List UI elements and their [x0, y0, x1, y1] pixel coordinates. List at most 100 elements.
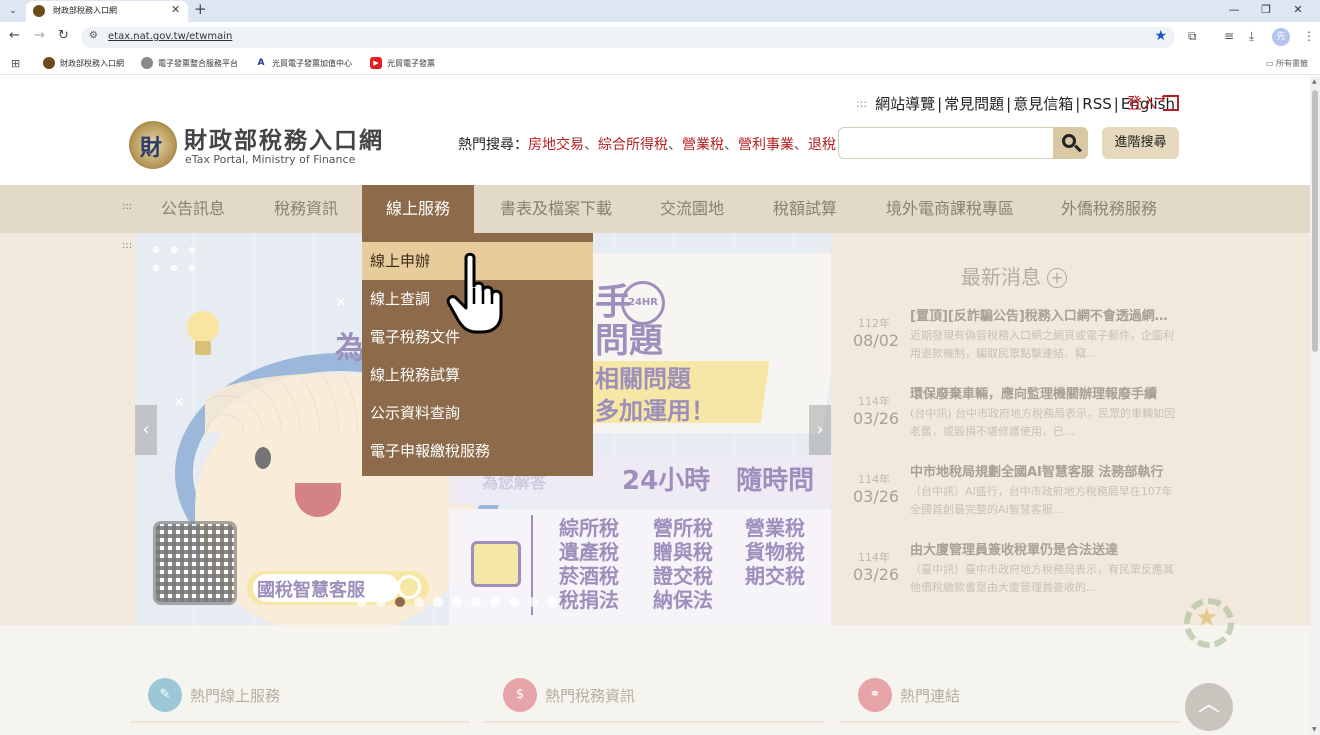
- minimize-icon[interactable]: —: [1218, 1, 1250, 19]
- search-input[interactable]: [838, 127, 1056, 159]
- carousel-dot[interactable]: [395, 597, 405, 607]
- login-link[interactable]: 登入: [1127, 91, 1180, 113]
- address-url[interactable]: etax.nat.gov.tw/etwmain: [108, 31, 232, 42]
- tab-close-icon[interactable]: ✕: [171, 3, 180, 16]
- link-rss[interactable]: RSS: [1082, 95, 1111, 113]
- bookmark-item[interactable]: 電子發票整合服務平台: [141, 57, 238, 69]
- browser-menu-icon[interactable]: ⋮: [1303, 29, 1315, 43]
- media-icon[interactable]: ≡: [1224, 29, 1234, 43]
- tab-search-icon[interactable]: ⌄: [5, 3, 21, 19]
- carousel-dot[interactable]: [547, 597, 557, 607]
- section-hot-tax-info[interactable]: $ 熱門稅務資訊: [485, 675, 825, 723]
- download-icon[interactable]: ⤓: [1249, 29, 1254, 44]
- carousel-pagination: [357, 597, 566, 607]
- login-icon: [1154, 91, 1180, 111]
- profile-avatar[interactable]: 先: [1272, 28, 1290, 46]
- news-headline[interactable]: 環保廢棄車輛，應向監理機關辦理報廢手續: [910, 383, 1178, 402]
- nav-ecommerce-tax[interactable]: 境外電商課稅專區: [886, 185, 1014, 233]
- edit-document-icon: ✎: [148, 678, 182, 712]
- dropdown-item-public-data[interactable]: 公示資料查詢: [362, 394, 593, 432]
- advanced-search-button[interactable]: 進階搜尋: [1102, 127, 1179, 159]
- hot-keyword[interactable]: 營業稅: [682, 137, 724, 153]
- carousel-dot[interactable]: [490, 597, 500, 607]
- award-badge-icon[interactable]: [1184, 598, 1234, 648]
- carousel-dot[interactable]: [509, 597, 519, 607]
- news-year: 114年: [858, 473, 890, 486]
- browser-tab[interactable]: 財政部稅務入口網 ✕: [26, 1, 188, 22]
- carousel-dot[interactable]: [528, 597, 538, 607]
- scroll-thumb[interactable]: [1312, 90, 1318, 352]
- nav-announcements[interactable]: 公告訊息: [161, 185, 225, 233]
- search-button[interactable]: [1053, 127, 1088, 159]
- nav-forum[interactable]: 交流園地: [660, 185, 724, 233]
- link-sitemap[interactable]: 網站導覽: [875, 93, 935, 114]
- carousel-next-icon[interactable]: ›: [809, 405, 831, 455]
- news-year: 114年: [858, 551, 890, 564]
- bookmark-item[interactable]: ▶ 光貿電子發票: [370, 57, 435, 69]
- plus-circle-icon: +: [1047, 268, 1067, 288]
- gm-favicon-icon: A: [257, 58, 265, 68]
- nav-tax-calculator[interactable]: 稅額試算: [773, 185, 837, 233]
- scroll-down-icon[interactable]: ▼: [1312, 726, 1317, 733]
- news-headline[interactable]: 中市地稅局規劃全國AI智慧客服 法務部執行: [910, 461, 1178, 480]
- nav-foreigner-tax[interactable]: 外僑稅務服務: [1061, 185, 1157, 233]
- carousel-dot[interactable]: [376, 597, 386, 607]
- close-window-icon[interactable]: ✕: [1282, 1, 1314, 19]
- dropdown-item-tax-calculation[interactable]: 線上稅務試算: [362, 356, 593, 394]
- carousel-dot[interactable]: [433, 597, 443, 607]
- youtube-icon: ▶: [370, 57, 382, 69]
- restore-icon[interactable]: ❐: [1250, 1, 1282, 19]
- hot-keyword[interactable]: 營利事業: [738, 137, 794, 153]
- hot-keyword[interactable]: 退稅: [808, 137, 836, 153]
- news-title[interactable]: 最新消息 +: [961, 261, 1067, 290]
- news-date: 08/02: [853, 331, 900, 350]
- apps-grid-icon[interactable]: ⊞: [11, 57, 20, 70]
- link-faq[interactable]: 常見問題: [944, 93, 1004, 114]
- all-bookmarks[interactable]: ▭ 所有書籤: [1266, 58, 1308, 69]
- back-to-top-icon[interactable]: ︿: [1185, 683, 1233, 731]
- section-title: 熱門線上服務: [190, 687, 281, 705]
- site-info-icon[interactable]: ⚙: [89, 30, 98, 41]
- bookmark-star-icon[interactable]: ★: [1154, 28, 1167, 44]
- news-headline[interactable]: 由大廈管理員簽收稅單仍是合法送達: [910, 539, 1178, 558]
- news-item[interactable]: 114年 03/26 環保廢棄車輛，應向監理機關辦理報廢手續 (台中訊) 台中市…: [831, 383, 1179, 451]
- site-favicon-icon: [33, 5, 45, 17]
- logo-title: 財政部稅務入口網: [184, 128, 384, 154]
- news-item[interactable]: 114年 03/26 中市地稅局規劃全國AI智慧客服 法務部執行 （台中訊）AI…: [831, 461, 1179, 529]
- address-bar[interactable]: ⚙ etax.nat.gov.tw/etwmain ★: [81, 27, 1175, 48]
- bookmark-item[interactable]: A 光貿電子發票加值中心: [255, 57, 352, 69]
- news-date: 03/26: [853, 409, 900, 428]
- extensions-icon[interactable]: ⧉: [1188, 29, 1197, 44]
- carousel-dot[interactable]: [471, 597, 481, 607]
- news-item[interactable]: 114年 03/26 由大廈管理員簽收稅單仍是合法送達 （臺中訊）臺中市政府地方…: [831, 539, 1179, 607]
- reload-icon[interactable]: ↻: [58, 28, 69, 43]
- bookmark-item[interactable]: 財政部稅務入口網: [43, 57, 124, 69]
- news-item[interactable]: 112年 08/02 [置頂][反詐騙公告]稅務入口網不會透過網路連結要求輸入帳…: [831, 305, 1179, 373]
- news-headline[interactable]: [置頂][反詐騙公告]稅務入口網不會透過網路連結要求輸入帳號密碼: [910, 305, 1178, 324]
- new-tab-icon[interactable]: +: [194, 0, 207, 18]
- section-hot-links[interactable]: ⚭ 熱門連結: [840, 675, 1180, 723]
- carousel-dot[interactable]: [452, 597, 462, 607]
- link-feedback[interactable]: 意見信箱: [1013, 93, 1073, 114]
- site-logo[interactable]: 財政部稅務入口網 eTax Portal, Ministry of Financ…: [129, 121, 382, 171]
- carousel-dot[interactable]: [357, 597, 367, 607]
- page-content: ::: 網站導覽| 常見問題| 意見信箱| RSS| English 登入 財政…: [0, 76, 1310, 735]
- hot-keyword[interactable]: 綜合所得稅: [598, 137, 668, 153]
- nav-downloads[interactable]: 書表及檔案下載: [500, 185, 612, 233]
- link-icon: ⚭: [858, 678, 892, 712]
- forward-icon[interactable]: →: [34, 28, 45, 43]
- hand-pointer-cursor-icon: [446, 252, 503, 334]
- dropdown-item-e-filing[interactable]: 電子申報繳稅服務: [362, 432, 593, 470]
- section-hot-services[interactable]: ✎ 熱門線上服務: [130, 675, 470, 723]
- news-date: 03/26: [853, 487, 900, 506]
- back-icon[interactable]: ←: [9, 28, 20, 43]
- scroll-up-icon[interactable]: ▲: [1312, 78, 1317, 85]
- nav-tax-info[interactable]: 稅務資訊: [274, 185, 338, 233]
- page-scrollbar[interactable]: ▲ ▼: [1310, 76, 1320, 735]
- nav-online-services[interactable]: 線上服務: [362, 185, 474, 233]
- browser-toolbar: ← → ↻ ⚙ etax.nat.gov.tw/etwmain ★ ⧉ ≡ ⤓ …: [0, 22, 1320, 53]
- carousel-dot[interactable]: [414, 597, 424, 607]
- carousel-prev-icon[interactable]: ‹: [135, 405, 157, 455]
- tax-info-icon: $: [503, 678, 537, 712]
- hot-keyword[interactable]: 房地交易: [528, 137, 584, 153]
